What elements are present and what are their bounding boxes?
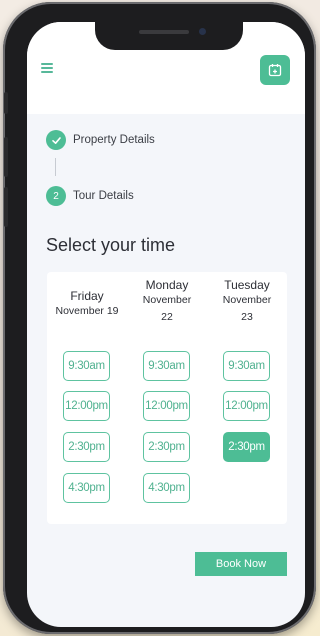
step-number-indicator: 2 xyxy=(46,186,66,206)
phone-volume-down xyxy=(4,187,8,227)
day-name: Friday xyxy=(70,289,104,303)
phone-frame: Property Details 2 Tour Details Select y… xyxy=(3,2,316,634)
day-name: Tuesday xyxy=(224,278,270,292)
time-slot[interactable]: 4:30pm xyxy=(143,473,190,503)
phone-volume-up xyxy=(4,137,8,177)
day-name: Monday xyxy=(145,278,189,292)
calendar-add-button[interactable] xyxy=(260,55,290,85)
step-complete-indicator xyxy=(46,130,66,150)
day-date: November xyxy=(222,294,272,306)
section-title: Select your time xyxy=(46,235,176,255)
time-slot[interactable]: 9:30am xyxy=(223,351,270,381)
speaker-grille xyxy=(139,30,189,34)
time-slot[interactable]: 12:00pm xyxy=(143,391,190,421)
time-slot-selected[interactable]: 2:30pm xyxy=(223,432,270,462)
day-date: November xyxy=(142,294,192,306)
time-slot[interactable]: 12:00pm xyxy=(223,391,270,421)
day-date-number: 23 xyxy=(241,311,253,323)
book-now-button[interactable]: Book Now xyxy=(195,552,287,576)
day-date: November 19 xyxy=(55,305,119,317)
check-icon xyxy=(51,136,61,144)
phone-mute-switch xyxy=(4,92,8,114)
calendar-add-icon xyxy=(268,64,282,77)
step-connector xyxy=(55,158,56,176)
front-camera xyxy=(199,28,206,35)
step-label: Tour Details xyxy=(73,190,134,202)
phone-notch xyxy=(95,22,243,50)
time-slot[interactable]: 12:00pm xyxy=(63,391,110,421)
day-header-monday: Monday November 22 xyxy=(129,278,205,326)
time-slot[interactable]: 9:30am xyxy=(63,351,110,381)
time-selection-card: Friday November 19 Monday November 22 Tu… xyxy=(47,272,287,524)
day-date-number: 22 xyxy=(161,311,173,323)
time-slot[interactable]: 2:30pm xyxy=(63,432,110,462)
day-header-tuesday: Tuesday November 23 xyxy=(209,278,285,326)
day-header-friday: Friday November 19 xyxy=(49,289,125,320)
time-slot[interactable]: 4:30pm xyxy=(63,473,110,503)
hamburger-menu-icon[interactable] xyxy=(41,62,55,74)
step-property-details[interactable]: Property Details xyxy=(46,130,155,150)
app-screen: Property Details 2 Tour Details Select y… xyxy=(27,22,305,627)
step-tour-details[interactable]: 2 Tour Details xyxy=(46,186,134,206)
time-slot[interactable]: 2:30pm xyxy=(143,432,190,462)
time-slot[interactable]: 9:30am xyxy=(143,351,190,381)
step-label: Property Details xyxy=(73,134,155,146)
